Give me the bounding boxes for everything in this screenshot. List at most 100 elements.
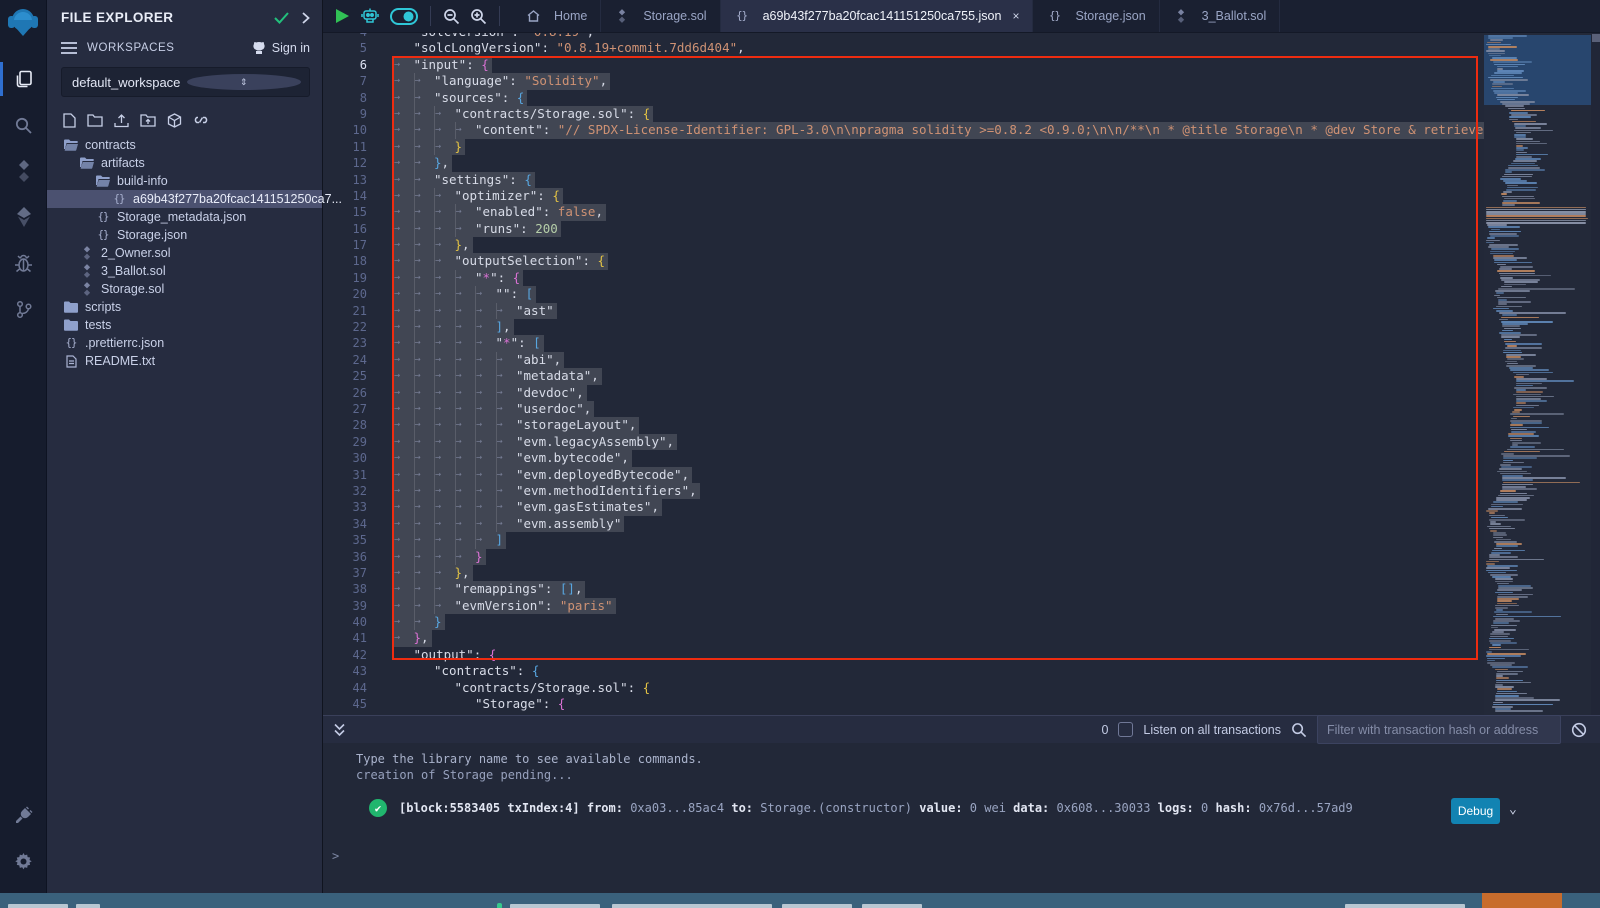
tree-item-scripts[interactable]: scripts [47, 298, 322, 316]
minimap[interactable] [1484, 33, 1591, 715]
tree-item-3-ballot-sol[interactable]: 3_Ballot.sol [47, 262, 322, 280]
editor-line-41[interactable]: 41→}, [323, 630, 1484, 646]
new-file-icon[interactable] [63, 113, 76, 128]
debug-button[interactable]: Debug [1451, 798, 1500, 824]
tab-storage-sol[interactable]: Storage.sol [601, 0, 720, 32]
editor-line-40[interactable]: 40→→} [323, 614, 1484, 630]
editor-line-45[interactable]: 45"Storage": { [323, 696, 1484, 712]
close-tab-icon[interactable]: × [1012, 9, 1019, 23]
zoom-in-icon[interactable] [470, 8, 487, 25]
editor-line-18[interactable]: 18→→→"outputSelection": { [323, 253, 1484, 269]
tree-item-tests[interactable]: tests [47, 316, 322, 334]
editor-line-33[interactable]: 33→→→→→→"evm.gasEstimates", [323, 499, 1484, 515]
editor-line-35[interactable]: 35→→→→→] [323, 532, 1484, 548]
search-icon[interactable] [0, 102, 47, 148]
tab-a69b43f277ba20fcac141151250ca755-json[interactable]: {}a69b43f277ba20fcac141151250ca755.json× [721, 0, 1034, 32]
editor-line-30[interactable]: 30→→→→→→"evm.bytecode", [323, 450, 1484, 466]
editor-line-28[interactable]: 28→→→→→→"storageLayout", [323, 417, 1484, 433]
editor-line-19[interactable]: 19→→→→"*": { [323, 270, 1484, 286]
editor-line-23[interactable]: 23→→→→→"*": [ [323, 335, 1484, 351]
upload-folder-icon[interactable] [140, 113, 156, 128]
expand-tx-icon[interactable]: ⌄ [1509, 802, 1517, 817]
settings-gear-icon[interactable] [0, 838, 47, 884]
editor-line-36[interactable]: 36→→→→} [323, 549, 1484, 565]
editor-line-7[interactable]: 7→→"language": "Solidity", [323, 73, 1484, 89]
editor-line-31[interactable]: 31→→→→→→"evm.deployedBytecode", [323, 467, 1484, 483]
editor-line-10[interactable]: 10→→→→"content": "// SPDX-License-Identi… [323, 122, 1484, 138]
editor-line-6[interactable]: 6→"input": { [323, 57, 1484, 73]
collapse-terminal-icon[interactable] [333, 723, 346, 737]
editor-line-22[interactable]: 22→→→→→], [323, 319, 1484, 335]
editor-line-24[interactable]: 24→→→→→→"abi", [323, 352, 1484, 368]
debugger-icon[interactable] [0, 240, 47, 286]
editor-line-32[interactable]: 32→→→→→→"evm.methodIdentifiers", [323, 483, 1484, 499]
toggle-on-icon[interactable] [390, 8, 418, 25]
tree-item-storage-metadata-json[interactable]: {}Storage_metadata.json [47, 208, 322, 226]
editor-line-39[interactable]: 39→→→"evmVersion": "paris" [323, 598, 1484, 614]
editor-line-5[interactable]: 5"solcLongVersion": "0.8.19+commit.7dd6d… [323, 40, 1484, 56]
hamburger-menu-icon[interactable] [61, 42, 77, 54]
tab-home[interactable]: Home [512, 0, 601, 32]
tab-3-ballot-sol[interactable]: 3_Ballot.sol [1160, 0, 1281, 32]
editor-line-37[interactable]: 37→→→}, [323, 565, 1484, 581]
editor-line-27[interactable]: 27→→→→→→"userdoc", [323, 401, 1484, 417]
editor-line-26[interactable]: 26→→→→→→"devdoc", [323, 385, 1484, 401]
editor-line-38[interactable]: 38→→→"remappings": [], [323, 581, 1484, 597]
editor-line-44[interactable]: 44"contracts/Storage.sol": { [323, 680, 1484, 696]
file-explorer-icon[interactable] [0, 56, 47, 102]
editor-line-21[interactable]: 21→→→→→→"ast" [323, 303, 1484, 319]
editor-line-43[interactable]: 43"contracts": { [323, 663, 1484, 679]
editor-line-4[interactable]: 4"solcVersion": "0.8.19", [323, 33, 1484, 40]
tree-item-2-owner-sol[interactable]: 2_Owner.sol [47, 244, 322, 262]
new-folder-icon[interactable] [87, 113, 103, 128]
editor-line-34[interactable]: 34→→→→→→"evm.assembly" [323, 516, 1484, 532]
workspace-select[interactable]: default_workspace ⇕ [61, 67, 310, 97]
git-icon[interactable] [0, 286, 47, 332]
editor-line-12[interactable]: 12→→}, [323, 155, 1484, 171]
editor-line-14[interactable]: 14→→→"optimizer": { [323, 188, 1484, 204]
tab-storage-json[interactable]: {}Storage.json [1033, 0, 1159, 32]
editor-line-25[interactable]: 25→→→→→→"metadata", [323, 368, 1484, 384]
editor-line-13[interactable]: 13→→"settings": { [323, 172, 1484, 188]
code-editor[interactable]: 4"solcVersion": "0.8.19",5"solcLongVersi… [323, 33, 1600, 715]
plugin-manager-icon[interactable] [0, 792, 47, 838]
transaction-filter-input[interactable] [1317, 715, 1561, 744]
chevron-right-icon[interactable] [301, 12, 310, 24]
editor-line-42[interactable]: 42"output": { [323, 647, 1484, 663]
ipfs-box-icon[interactable] [167, 113, 182, 128]
zoom-out-icon[interactable] [443, 8, 460, 25]
tree-item-storage-json[interactable]: {}Storage.json [47, 226, 322, 244]
minimap-line [1493, 534, 1507, 536]
link-icon[interactable] [193, 113, 209, 128]
solidity-compiler-icon[interactable] [0, 148, 47, 194]
tree-item-artifacts[interactable]: artifacts [47, 154, 322, 172]
listen-all-checkbox[interactable] [1118, 722, 1133, 737]
status-accent-block[interactable] [1482, 893, 1562, 908]
tree-item-storage-sol[interactable]: Storage.sol [47, 280, 322, 298]
clear-console-icon[interactable] [1571, 722, 1587, 738]
sign-in-button[interactable]: Sign in [251, 41, 310, 55]
tree-item-contracts[interactable]: contracts [47, 136, 322, 154]
tree-item-build-info[interactable]: build-info [47, 172, 322, 190]
run-script-icon[interactable] [335, 8, 350, 24]
editor-line-20[interactable]: 20→→→→→"": [ [323, 286, 1484, 302]
tree-item-readme-txt[interactable]: README.txt [47, 352, 322, 370]
line-number: 15 [323, 204, 367, 220]
terminal-search-icon[interactable] [1291, 722, 1307, 738]
transaction-row[interactable]: ✔ [block:5583405 txIndex:4] from: 0xa03.… [369, 799, 1353, 817]
editor-line-29[interactable]: 29→→→→→→"evm.legacyAssembly", [323, 434, 1484, 450]
ai-assistant-icon[interactable] [360, 7, 380, 25]
editor-line-16[interactable]: 16→→→→"runs": 200 [323, 221, 1484, 237]
editor-line-15[interactable]: 15→→→→"enabled": false, [323, 204, 1484, 220]
tree-item--prettierrc-json[interactable]: {}.prettierrc.json [47, 334, 322, 352]
deploy-run-icon[interactable] [0, 194, 47, 240]
editor-line-17[interactable]: 17→→→}, [323, 237, 1484, 253]
editor-line-9[interactable]: 9→→→"contracts/Storage.sol": { [323, 106, 1484, 122]
editor-line-11[interactable]: 11→→→} [323, 139, 1484, 155]
upload-file-icon[interactable] [114, 113, 129, 128]
scrollbar-thumb[interactable] [1592, 34, 1600, 42]
tree-item-a69b43f277ba20fcac141151250ca7-[interactable]: {}a69b43f277ba20fcac141151250ca7... [47, 190, 322, 208]
editor-scrollbar[interactable] [1591, 33, 1600, 715]
remix-logo[interactable] [5, 6, 41, 42]
editor-line-8[interactable]: 8→→"sources": { [323, 90, 1484, 106]
